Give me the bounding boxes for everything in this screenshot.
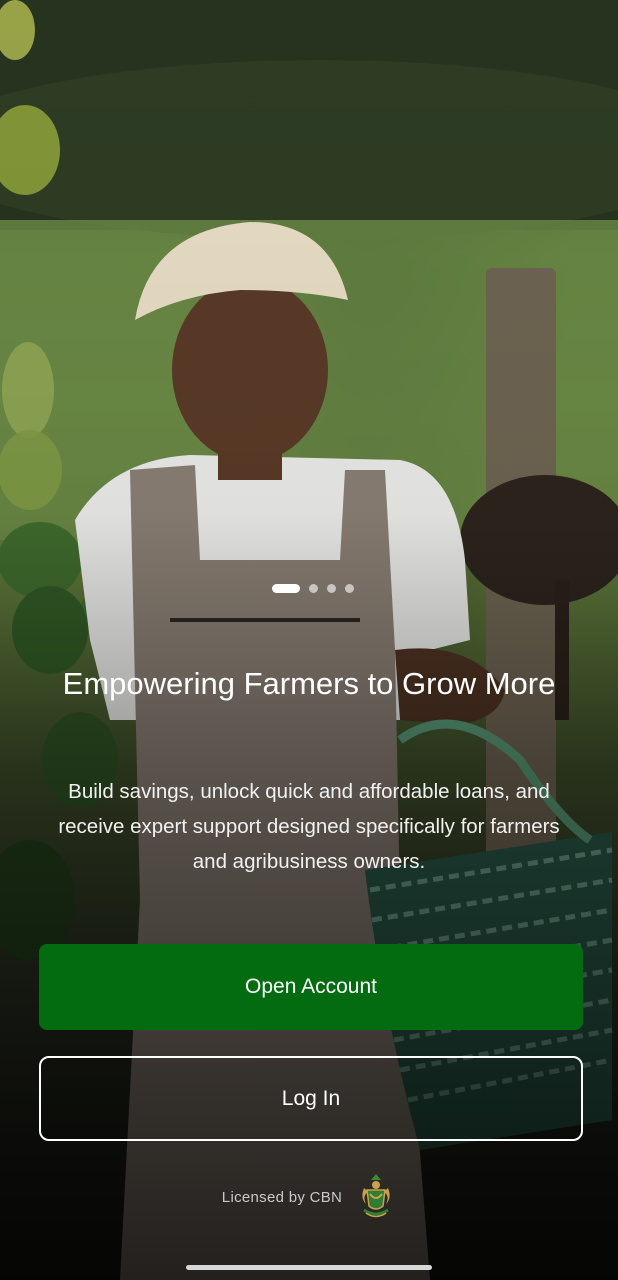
onboarding-subtext: Build savings, unlock quick and affordab… xyxy=(58,780,560,873)
open-account-button[interactable]: Open Account xyxy=(39,944,583,1030)
cbn-seal-icon xyxy=(362,1174,390,1218)
pager-dot-active[interactable] xyxy=(272,584,300,593)
license-text: Licensed by CBN xyxy=(221,1188,343,1206)
pager-dot[interactable] xyxy=(345,584,354,593)
open-account-label: Open Account xyxy=(245,975,377,998)
onboarding-screen: Empowering Farmers to Grow More Build sa… xyxy=(0,0,618,1280)
login-button[interactable]: Log In xyxy=(39,1056,583,1141)
home-indicator[interactable] xyxy=(186,1265,432,1270)
license-footer: Licensed by CBN xyxy=(0,1172,618,1222)
pager-dot[interactable] xyxy=(327,584,336,593)
onboarding-headline: Empowering Farmers to Grow More xyxy=(62,666,556,701)
login-label: Log In xyxy=(281,1086,341,1110)
carousel-pager xyxy=(0,584,618,593)
pager-dot[interactable] xyxy=(309,584,318,593)
